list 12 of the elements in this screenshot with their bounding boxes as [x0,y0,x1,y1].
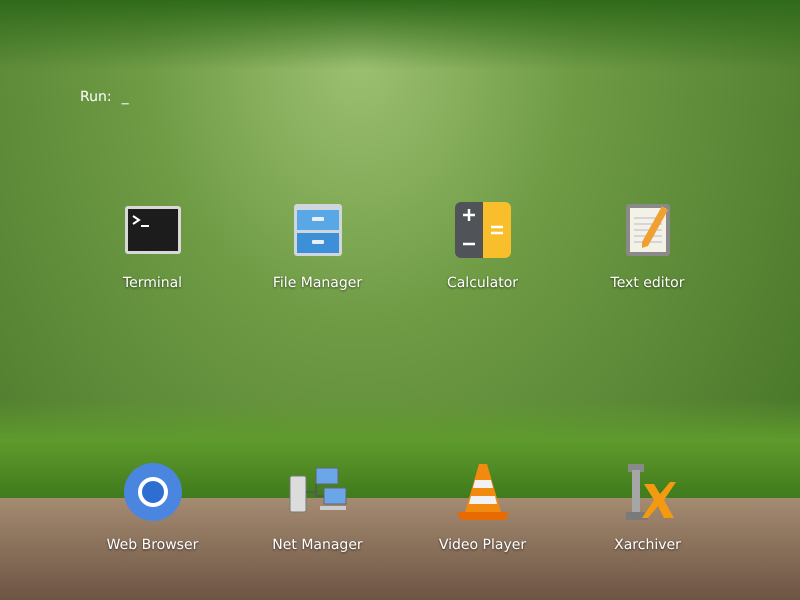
run-label: Run: [80,88,112,106]
app-launcher-label[interactable]: Calculator [446,274,518,292]
app-launcher-label[interactable]: Web Browser [106,536,198,554]
app-launcher-label[interactable]: Xarchiver [614,536,681,554]
calculator-icon [452,200,512,260]
run-input-cursor[interactable]: _ [122,88,129,106]
app-launcher-label[interactable]: Video Player [438,536,526,554]
globe-ring-icon [122,462,182,522]
app-launcher-label[interactable]: Text editor [610,274,684,292]
app-launcher-label[interactable]: File Manager [272,274,362,292]
app-launcher-label[interactable]: Net Manager [272,536,363,554]
app-launcher-label[interactable]: Terminal [122,274,182,292]
